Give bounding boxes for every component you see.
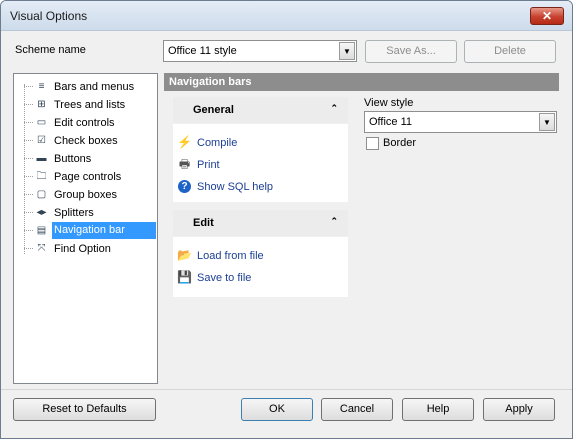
reset-to-defaults-button[interactable]: Reset to Defaults: [13, 398, 156, 421]
title-bar: Visual Options ✕: [1, 1, 572, 31]
tree-item-check-boxes[interactable]: ☑ Check boxes: [14, 132, 157, 150]
group-title-general: General: [193, 104, 234, 116]
tree-item-navigation-bar[interactable]: ▤ Navigation bar: [14, 222, 157, 240]
save-icon: 💾: [177, 270, 192, 284]
tree-item-page-controls[interactable]: 🗀 Page controls: [14, 168, 157, 186]
collapse-icon[interactable]: ⌃: [330, 216, 338, 227]
tree-connector: [24, 212, 33, 213]
view-style-value: Office 11: [369, 116, 413, 128]
save-as-button[interactable]: Save As...: [365, 40, 457, 63]
ok-button[interactable]: OK: [241, 398, 313, 421]
tree-connector: [24, 194, 33, 195]
tree-item-bars-and-menus[interactable]: ≡ Bars and menus: [14, 78, 157, 96]
cancel-button[interactable]: Cancel: [321, 398, 393, 421]
tree-connector: [24, 140, 33, 141]
collapse-icon[interactable]: ⌃: [330, 103, 338, 114]
tree-connector: [24, 104, 33, 105]
nav-item-label: Print: [197, 159, 220, 171]
delete-button[interactable]: Delete: [464, 40, 556, 63]
checkbox-icon: ☑: [37, 135, 46, 146]
border-checkbox[interactable]: [366, 137, 379, 150]
tree-item-splitters[interactable]: ◂▸ Splitters: [14, 204, 157, 222]
tree-item-label: Check boxes: [54, 135, 118, 147]
tree-list-icon: ⊞: [37, 99, 46, 110]
tree-item-buttons[interactable]: ▬ Buttons: [14, 150, 157, 168]
scheme-name-value: Office 11 style: [168, 45, 237, 57]
tree-connector: [24, 158, 33, 159]
scheme-name-label: Scheme name: [15, 44, 86, 56]
footer-divider: [1, 389, 572, 390]
tree-connector: [24, 230, 33, 231]
edit-control-icon: ▭: [36, 117, 47, 128]
nav-item-show-sql-help[interactable]: ? Show SQL help: [177, 178, 347, 196]
tree-item-trees-and-lists[interactable]: ⊞ Trees and lists: [14, 96, 157, 114]
tree-item-find-option[interactable]: ⤧ Find Option: [14, 240, 157, 258]
group-box-icon: ▢: [36, 189, 47, 200]
tree-item-label: Splitters: [54, 207, 94, 219]
view-style-label: View style: [364, 97, 414, 109]
tree-item-label: Buttons: [54, 153, 92, 165]
apply-button[interactable]: Apply: [483, 398, 555, 421]
tree-connector: [24, 176, 33, 177]
nav-item-compile[interactable]: ⚡ Compile: [177, 134, 347, 152]
compile-icon: ⚡: [177, 135, 192, 149]
nav-item-label: Show SQL help: [197, 181, 274, 193]
nav-item-label: Save to file: [197, 272, 252, 284]
group-body-edit: 📂 Load from file 💾 Save to file: [173, 237, 348, 297]
tree-item-group-boxes[interactable]: ▢ Group boxes: [14, 186, 157, 204]
bars-menus-icon: ≡: [38, 81, 45, 92]
options-tree[interactable]: ≡ Bars and menus ⊞ Trees and lists ▭ Edit con…: [13, 73, 158, 384]
window-title: Visual Options: [10, 9, 88, 23]
printer-icon: 🖶: [178, 157, 191, 171]
tree-item-label: Navigation bar: [52, 222, 156, 239]
help-icon: ?: [178, 180, 191, 193]
navigation-bars-header: Navigation bars: [164, 73, 559, 91]
tree-item-label: Group boxes: [54, 189, 117, 201]
nav-item-label: Load from file: [197, 250, 264, 262]
tree-item-edit-controls[interactable]: ▭ Edit controls: [14, 114, 157, 132]
open-folder-icon: 📂: [177, 248, 192, 262]
button-icon: ▬: [36, 153, 47, 164]
tree-item-label: Find Option: [54, 243, 111, 255]
nav-item-save-to-file[interactable]: 💾 Save to file: [177, 269, 347, 287]
view-style-select[interactable]: Office 11 ▼: [364, 111, 557, 133]
scheme-name-select[interactable]: Office 11 style ▼: [163, 40, 357, 62]
chevron-down-icon[interactable]: ▼: [539, 113, 555, 131]
nav-item-print[interactable]: 🖶 Print: [177, 156, 347, 174]
tree-item-label: Edit controls: [54, 117, 115, 129]
group-header-general[interactable]: General ⌃: [173, 97, 348, 123]
tree-item-label: Bars and menus: [54, 81, 135, 93]
border-label[interactable]: Border: [383, 137, 416, 149]
find-option-icon: ⤧: [37, 243, 46, 254]
navigation-bar-icon: ▤: [36, 225, 47, 236]
page-control-icon: 🗀: [36, 171, 47, 182]
group-title-edit: Edit: [193, 217, 214, 229]
nav-item-label: Compile: [197, 137, 238, 149]
visual-options-dialog: Visual Options ✕ Scheme name Office 11 s…: [0, 0, 573, 439]
splitter-icon: ◂▸: [36, 207, 47, 218]
close-button[interactable]: ✕: [530, 7, 564, 25]
tree-connector: [24, 86, 33, 87]
tree-item-label: Trees and lists: [54, 99, 126, 111]
nav-item-load-from-file[interactable]: 📂 Load from file: [177, 247, 347, 265]
tree-item-label: Page controls: [54, 171, 122, 183]
chevron-down-icon[interactable]: ▼: [339, 42, 355, 60]
help-button[interactable]: Help: [402, 398, 474, 421]
tree-connector: [24, 248, 33, 249]
group-header-edit[interactable]: Edit ⌃: [173, 210, 348, 236]
group-body-general: ⚡ Compile 🖶 Print ? Show SQL help: [173, 124, 348, 202]
tree-connector: [24, 122, 33, 123]
